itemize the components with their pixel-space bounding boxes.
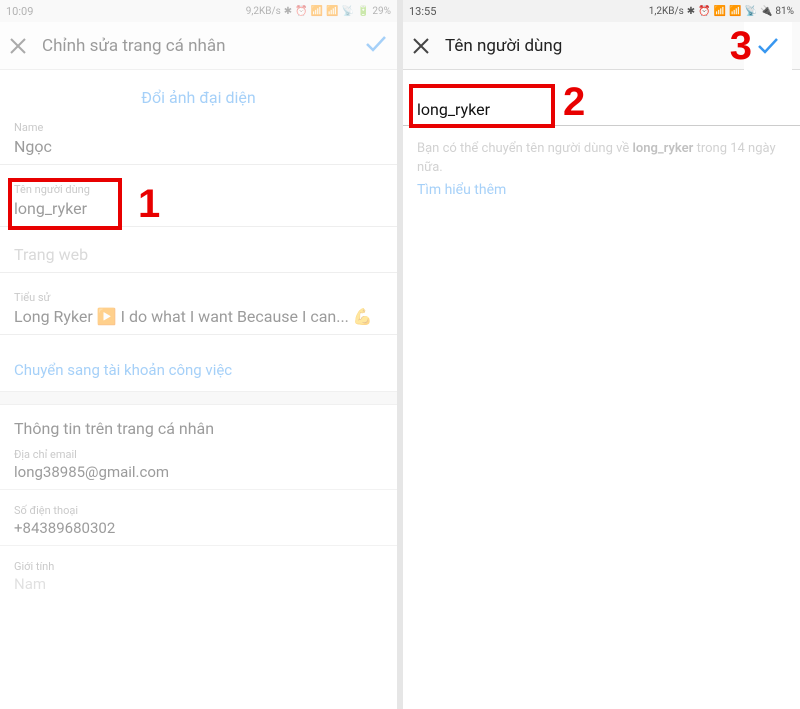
signal2-icon: 📶 xyxy=(326,6,338,17)
bio-value: Long Ryker ▶️ I do what I want Because I… xyxy=(14,307,383,326)
bio-label: Tiểu sử xyxy=(14,291,383,304)
status-bar: 13:55 1,2KB/s ✱ ⏰ 📶 📶 📡 🔌 81% xyxy=(403,0,800,22)
status-icons: ✱ ⏰ 📶 📶 📡 🔋 29% xyxy=(284,6,391,17)
email-value: long38985@gmail.com xyxy=(14,463,383,481)
username-label: Tên người dùng xyxy=(14,183,383,196)
phone-value: +84389680302 xyxy=(14,519,383,537)
close-icon[interactable] xyxy=(411,36,431,56)
edit-profile-screen: 10:09 9,2KB/s ✱ ⏰ 📶 📶 📡 🔋 29% Chỉnh sửa … xyxy=(0,0,397,709)
username-input-value: long_ryker xyxy=(417,100,786,119)
email-label: Địa chỉ email xyxy=(14,448,383,461)
confirm-check-icon[interactable] xyxy=(363,31,389,61)
status-speed: 9,2KB/s xyxy=(246,6,281,17)
gender-field[interactable]: Giới tính Nam xyxy=(0,556,397,601)
status-time: 10:09 xyxy=(6,5,33,18)
website-field[interactable]: Trang web xyxy=(0,241,397,273)
signal-icon: 📶 xyxy=(714,6,726,17)
battery-pct: 81% xyxy=(775,6,794,17)
header-bar: Chỉnh sửa trang cá nhân xyxy=(0,22,397,70)
helper-text: Bạn có thể chuyển tên người dùng về long… xyxy=(403,126,800,180)
header-bar: Tên người dùng xyxy=(403,22,800,70)
alarm-icon: ⏰ xyxy=(295,6,307,17)
name-field[interactable]: Name Ngọc xyxy=(0,117,397,165)
profile-info-title: Thông tin trên trang cá nhân xyxy=(0,405,397,444)
signal-icon: 📶 xyxy=(311,6,323,17)
helper-bold: long_ryker xyxy=(632,141,693,156)
name-value: Ngọc xyxy=(14,137,383,156)
bluetooth-icon: ✱ xyxy=(687,6,695,17)
change-avatar-link[interactable]: Đổi ảnh đại diện xyxy=(0,70,397,117)
status-time: 13:55 xyxy=(409,5,436,18)
battery-icon: 🔋 xyxy=(357,6,369,17)
username-input[interactable]: long_ryker xyxy=(403,70,800,126)
page-title: Chỉnh sửa trang cá nhân xyxy=(42,36,349,56)
wifi-icon: 📡 xyxy=(745,6,757,17)
status-icons: ✱ ⏰ 📶 📶 📡 🔌 81% xyxy=(687,6,794,17)
username-edit-screen: 13:55 1,2KB/s ✱ ⏰ 📶 📶 📡 🔌 81% Tên người … xyxy=(403,0,800,709)
battery-charging-icon: 🔌 xyxy=(760,6,772,17)
bluetooth-icon: ✱ xyxy=(284,6,292,17)
alarm-icon: ⏰ xyxy=(698,6,710,17)
phone-field[interactable]: Số điện thoại +84389680302 xyxy=(0,500,397,546)
gender-value: Nam xyxy=(14,575,383,593)
name-label: Name xyxy=(14,121,383,134)
website-placeholder: Trang web xyxy=(14,245,383,264)
section-divider xyxy=(0,391,397,405)
helper-pre: Bạn có thể chuyển tên người dùng về xyxy=(417,141,632,156)
username-field[interactable]: Tên người dùng long_ryker xyxy=(0,179,397,227)
signal2-icon: 📶 xyxy=(729,6,741,17)
bio-field[interactable]: Tiểu sử Long Ryker ▶️ I do what I want B… xyxy=(0,287,397,335)
email-field[interactable]: Địa chỉ email long38985@gmail.com xyxy=(0,444,397,490)
dim-overlay xyxy=(403,140,800,709)
switch-business-link[interactable]: Chuyển sang tài khoản công việc xyxy=(0,349,397,391)
gender-label: Giới tính xyxy=(14,560,383,573)
confirm-button[interactable] xyxy=(744,22,792,70)
wifi-icon: 📡 xyxy=(342,6,354,17)
status-speed: 1,2KB/s xyxy=(649,6,684,17)
battery-pct: 29% xyxy=(372,6,391,17)
page-title: Tên người dùng xyxy=(445,36,730,56)
phone-label: Số điện thoại xyxy=(14,504,383,517)
username-value: long_ryker xyxy=(14,199,383,218)
status-bar: 10:09 9,2KB/s ✱ ⏰ 📶 📶 📡 🔋 29% xyxy=(0,0,397,22)
close-icon[interactable] xyxy=(8,36,28,56)
learn-more-link[interactable]: Tìm hiểu thêm xyxy=(403,180,800,200)
